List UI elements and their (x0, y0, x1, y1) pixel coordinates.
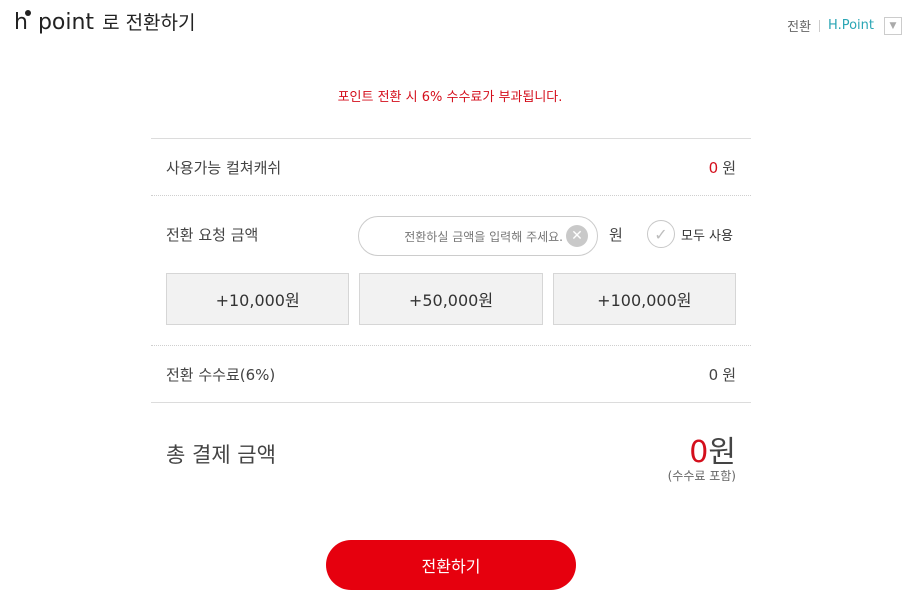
amount-input[interactable] (373, 227, 563, 247)
convert-submit-button[interactable]: 전환하기 (326, 540, 576, 590)
use-all-label: 모두 사용 (681, 228, 733, 244)
total-unit: 원 (708, 435, 736, 470)
use-all-toggle[interactable]: ✓ 모두 사용 (647, 220, 733, 248)
fee-row: 전환 수수료(6%) 0원 (151, 345, 751, 402)
available-unit: 원 (722, 158, 736, 177)
amount-input-wrapper: ✕ (358, 216, 598, 256)
hpoint-logo: h point 로 전환하기 (14, 8, 196, 35)
clear-icon[interactable]: ✕ (566, 225, 588, 247)
available-amount: 0원 (709, 157, 736, 178)
quick-add-buttons: +10,000원 +50,000원 +100,000원 (151, 273, 751, 345)
total-label: 총 결제 금액 (166, 443, 276, 467)
chevron-down-icon[interactable]: ▼ (884, 16, 902, 35)
fee-unit: 원 (722, 365, 736, 384)
hpoint-link[interactable]: H.Point (828, 18, 874, 33)
available-label: 사용가능 컬쳐캐쉬 (166, 158, 282, 177)
nav-divider (819, 19, 821, 32)
fee-notice: 포인트 전환 시 6% 수수료가 부과됩니다. (337, 90, 563, 105)
available-value: 0 (708, 158, 719, 177)
total-row: 총 결제 금액 0원 (수수료 포함) (151, 402, 751, 494)
fee-value: 0 (708, 365, 719, 384)
header-nav: 전환 H.Point ▼ (787, 16, 902, 35)
available-balance-row: 사용가능 컬쳐캐쉬 0원 (151, 138, 751, 195)
fee-label: 전환 수수료(6%) (166, 365, 276, 384)
page-title: 로 전환하기 (102, 12, 196, 34)
check-icon[interactable]: ✓ (647, 220, 675, 248)
add-10000-button[interactable]: +10,000원 (166, 273, 350, 325)
total-value: 0 (689, 435, 709, 470)
total-amount: 0원 (689, 427, 736, 471)
convert-link[interactable]: 전환 (787, 16, 811, 35)
request-label: 전환 요청 금액 (166, 226, 259, 244)
add-50000-button[interactable]: +50,000원 (359, 273, 543, 325)
request-amount-row: 전환 요청 금액 ✕ 원 ✓ 모두 사용 (151, 195, 751, 273)
fee-amount: 0원 (709, 364, 736, 385)
header: h point 로 전환하기 전환 H.Point ▼ (0, 0, 910, 50)
total-note: (수수료 포함) (667, 469, 736, 483)
add-100000-button[interactable]: +100,000원 (552, 273, 736, 325)
logo-word: point (37, 10, 95, 35)
logo-dot-icon (25, 10, 31, 16)
request-unit: 원 (609, 226, 623, 244)
conversion-panel: 사용가능 컬쳐캐쉬 0원 전환 요청 금액 ✕ 원 ✓ 모두 사용 +10,00… (151, 138, 751, 494)
